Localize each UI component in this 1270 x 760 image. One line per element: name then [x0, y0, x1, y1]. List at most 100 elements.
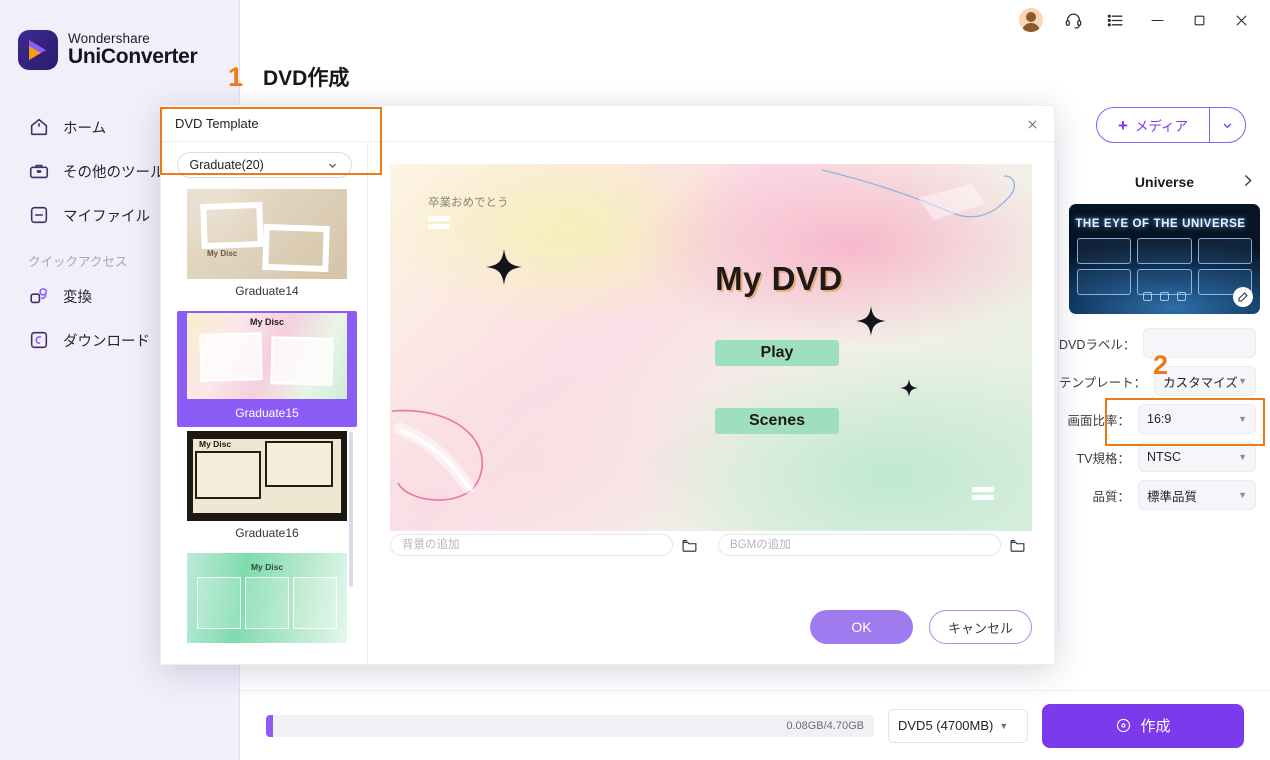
create-button[interactable]: 作成 [1042, 703, 1244, 748]
template-list[interactable]: My Disc Graduate14 My Disc Graduate15 My… [161, 189, 373, 657]
dvd-settings-panel: Universe THE EYE OF THE UNIVERSE DVDラベル：… [1058, 160, 1270, 630]
dvd-menu-preview-thumbnail[interactable]: THE EYE OF THE UNIVERSE [1069, 204, 1260, 314]
edit-template-button[interactable] [1233, 287, 1253, 307]
preview-scenes-button[interactable]: Scenes [715, 408, 839, 434]
field-template: テンプレート： カスタマイズ ▼ [1059, 366, 1256, 396]
thumb-cell [1137, 238, 1192, 264]
template-item-name: Graduate16 [235, 526, 299, 540]
template-name-header: Universe [1059, 160, 1270, 204]
sidebar-item-label: ホーム [63, 120, 107, 137]
support-button[interactable] [1054, 3, 1092, 37]
add-media-dropdown-button[interactable] [1209, 108, 1245, 142]
headset-icon [1065, 13, 1081, 28]
template-thumbnail: My Disc [187, 189, 347, 279]
minimize-button[interactable] [1138, 3, 1176, 37]
template-select[interactable]: カスタマイズ ▼ [1154, 366, 1256, 396]
menu-bars-right-icon [972, 487, 994, 503]
dvd-label-input[interactable] [1143, 328, 1256, 358]
page-title: DVD作成 [263, 67, 350, 90]
template-thumbnail: My Disc [187, 553, 347, 643]
disc-icon [1117, 718, 1131, 733]
toolbox-icon [28, 160, 50, 182]
disc-capacity-fill [266, 714, 274, 737]
template-list-scrollbar[interactable] [349, 432, 353, 587]
dialog-title: DVD Template [175, 116, 259, 131]
thumb-nav-dots [1069, 288, 1260, 306]
add-media-control: + メディア [1096, 107, 1246, 143]
bottom-toolbar: 0.08GB/4.70GB DVD5 (4700MB) ▼ 作成 [240, 690, 1270, 760]
sparkle-icon [856, 306, 886, 341]
photo-frame [200, 201, 264, 250]
maximize-icon [1194, 15, 1204, 25]
sparkle-icon [900, 379, 918, 402]
next-template-button[interactable] [1239, 172, 1256, 192]
close-button[interactable] [1222, 3, 1260, 37]
template-item-name [177, 643, 357, 657]
field-aspect-ratio: 画面比率： 16:9 ▼ [1059, 404, 1256, 434]
chevron-down-icon: ▼ [1238, 490, 1247, 500]
photo-card [270, 336, 334, 386]
template-category-value: Graduate(20) [189, 158, 264, 172]
preview-greeting: 卒業おめでとう [428, 197, 509, 209]
background-folder-button[interactable] [681, 537, 698, 554]
dvd-menu-preview[interactable]: 卒業おめでとう My DVD Play Scenes [390, 164, 1032, 531]
avatar [1019, 8, 1043, 32]
disc-type-select[interactable]: DVD5 (4700MB) ▼ [888, 708, 1028, 743]
field-quality: 品質： 標準品質 ▼ [1059, 480, 1256, 510]
photo-panel [197, 577, 241, 629]
thumb-cell [1077, 238, 1132, 264]
template-item-next[interactable]: My Disc [177, 553, 357, 657]
template-item-graduate15[interactable]: My Disc Graduate15 [177, 311, 357, 427]
brand-name-top: Wondershare [68, 30, 150, 46]
field-value: 16:9 [1147, 412, 1172, 426]
field-value: 標準品質 [1147, 489, 1198, 504]
list-icon [1107, 14, 1123, 26]
template-name: Universe [1134, 174, 1195, 190]
cancel-button[interactable]: キャンセル [929, 610, 1032, 644]
photo-panel [293, 577, 337, 629]
bgm-input[interactable] [718, 534, 1001, 556]
close-icon [1028, 120, 1036, 128]
sidebar-item-label: ダウンロード [63, 333, 150, 350]
photo-card [199, 332, 263, 382]
dot [1142, 292, 1152, 301]
dialog-close-button[interactable] [1018, 110, 1046, 138]
kite-decoration [822, 169, 1015, 220]
disc-capacity-text: 0.08GB/4.70GB [786, 719, 864, 732]
bgm-folder-button[interactable] [1009, 537, 1026, 554]
template-list-pane: Graduate(20) My Disc Graduate14 My Disc … [161, 142, 368, 666]
settings-fields: DVDラベル： テンプレート： カスタマイズ ▼ 画面比率： 16:9 ▼ TV… [1059, 328, 1270, 510]
dialog-body: Graduate(20) My Disc Graduate14 My Disc … [161, 142, 1054, 666]
file-icon [28, 204, 50, 226]
tv-standard-select[interactable]: NTSC ▼ [1138, 442, 1256, 472]
template-item-graduate14[interactable]: My Disc Graduate14 [177, 189, 357, 307]
minimize-icon [1150, 19, 1164, 21]
field-label: 品質： [1092, 489, 1130, 504]
disc-capacity-bar: 0.08GB/4.70GB [266, 714, 874, 737]
ok-button[interactable]: OK [810, 610, 913, 644]
template-category-select[interactable]: Graduate(20) [176, 152, 352, 178]
template-item-name: Graduate15 [235, 406, 299, 420]
sparkle-icon [486, 249, 522, 290]
dot [1160, 292, 1169, 301]
create-button-label: 作成 [1140, 718, 1171, 735]
quality-select[interactable]: 標準品質 ▼ [1138, 480, 1256, 510]
add-media-button[interactable]: + メディア [1097, 108, 1209, 142]
brand-logo-block: Wondershare UniConverter [18, 30, 198, 70]
disc-label: My Disc [199, 439, 232, 449]
field-label: TV規格： [1076, 451, 1130, 466]
preview-thumb-grid [1077, 238, 1252, 295]
menu-list-button[interactable] [1096, 3, 1134, 37]
dot [1177, 292, 1187, 301]
maximize-button[interactable] [1180, 3, 1218, 37]
account-button[interactable] [1012, 3, 1050, 37]
chevron-down-icon [1223, 123, 1232, 128]
brand-name-bottom: UniConverter [68, 45, 198, 69]
background-input[interactable] [390, 534, 673, 556]
template-item-graduate16[interactable]: My Disc Graduate16 [177, 431, 357, 549]
aspect-ratio-select[interactable]: 16:9 ▼ [1138, 404, 1256, 434]
preview-play-button[interactable]: Play [715, 340, 839, 366]
template-item-name: Graduate14 [235, 284, 299, 298]
field-value: NTSC [1147, 450, 1182, 464]
app-window: Wondershare UniConverter ホーム その他のツール マイフ… [0, 0, 1270, 760]
